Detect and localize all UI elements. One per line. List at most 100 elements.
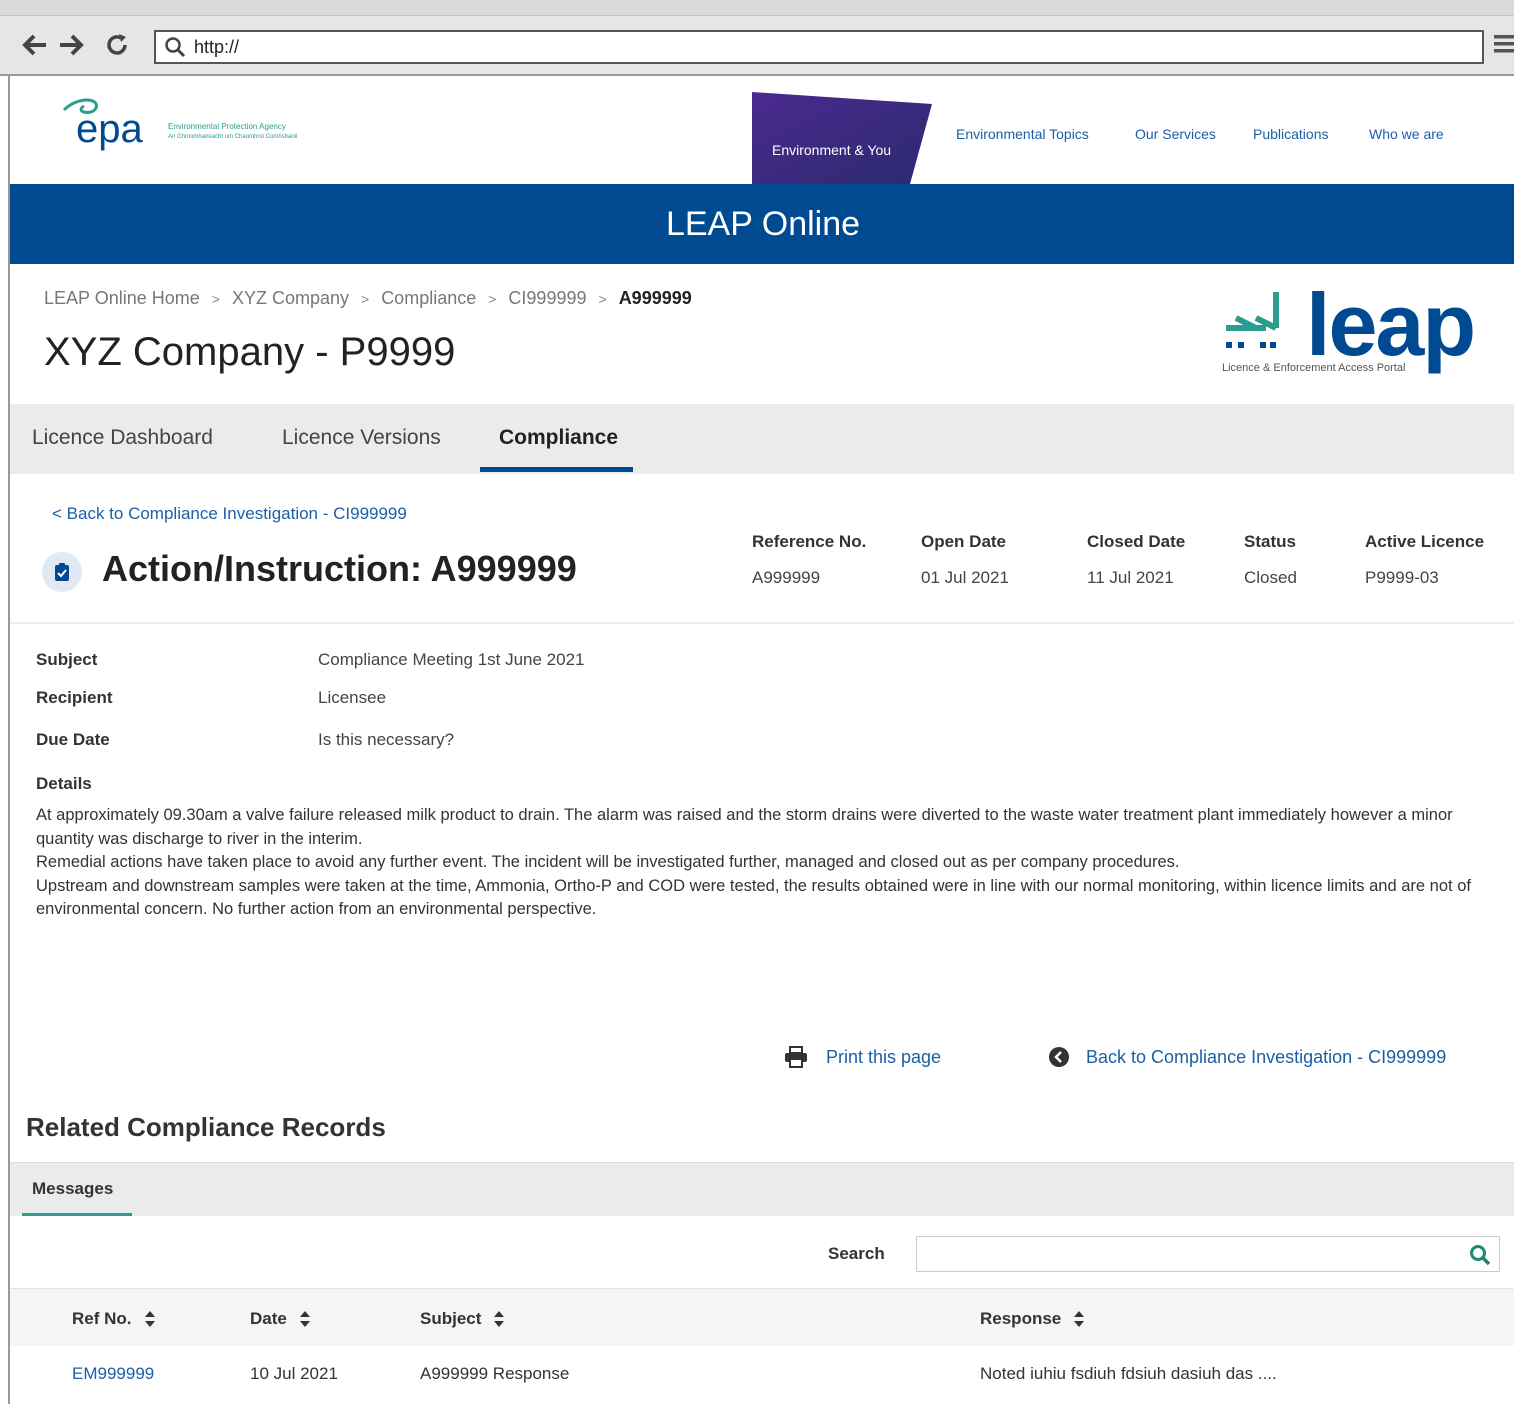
breadcrumb-current: A999999 <box>618 288 692 308</box>
recipient-label: Recipient <box>36 688 113 707</box>
leap-logo: leap Licence & Enforcement Access Portal <box>1216 275 1496 384</box>
back-circle-icon <box>1049 1047 1069 1067</box>
hamburger-menu-icon[interactable] <box>1490 32 1514 62</box>
column-header-label: Ref No. <box>72 1309 132 1328</box>
banner-title: LEAP Online <box>665 204 861 243</box>
details-paragraph: Upstream and downstream samples were tak… <box>36 876 1471 919</box>
tab-licence-versions[interactable]: Licence Versions <box>282 426 441 450</box>
tab-messages[interactable]: Messages <box>32 1179 113 1199</box>
back-to-investigation-link[interactable]: < Back to Compliance Investigation - CI9… <box>52 504 407 524</box>
details-paragraph: At approximately 09.30am a valve failure… <box>36 806 1453 848</box>
active-tab-indicator <box>480 467 633 472</box>
breadcrumb-investigation[interactable]: CI999999 <box>508 288 586 308</box>
cell-response: Noted iuhiu fsdiuh fdsiuh dasiuh das ...… <box>980 1364 1277 1383</box>
table-header: Ref No. Date Subject Response <box>10 1288 1514 1346</box>
leap-logo-subtitle: Licence & Enforcement Access Portal <box>1222 362 1406 374</box>
meta-value-status: Closed <box>1244 568 1297 587</box>
epa-org-name: Environmental Protection Agency An Ghnío… <box>168 122 297 142</box>
url-input[interactable] <box>194 36 1394 58</box>
breadcrumb-separator: > <box>598 291 607 307</box>
search-label: Search <box>828 1244 885 1263</box>
breadcrumb-compliance[interactable]: Compliance <box>381 288 476 308</box>
back-to-investigation-label: Back to Compliance Investigation - CI999… <box>1086 1046 1447 1067</box>
leap-online-banner: LEAP Online <box>10 184 1514 264</box>
browser-chrome <box>0 0 1514 76</box>
tab-licence-dashboard[interactable]: Licence Dashboard <box>32 426 213 450</box>
reload-icon[interactable] <box>102 30 132 60</box>
active-tab-indicator <box>22 1213 132 1216</box>
meta-value-open-date: 01 Jul 2021 <box>921 568 1009 587</box>
details-paragraph: Remedial actions have taken place to avo… <box>36 853 1180 871</box>
nav-publications[interactable]: Publications <box>1253 126 1329 142</box>
site-header: epa Environmental Protection Agency An G… <box>10 76 1514 184</box>
nav-environment-and-you[interactable]: Environment & You <box>752 92 932 184</box>
leap-logo-word: leap <box>1306 275 1476 374</box>
web-page: epa Environmental Protection Agency An G… <box>8 76 1514 1404</box>
meta-value-active-licence: P9999-03 <box>1365 568 1439 587</box>
search-icon <box>165 37 186 58</box>
nav-who-we-are[interactable]: Who we are <box>1369 126 1444 142</box>
details-label: Details <box>36 774 92 793</box>
details-text: At approximately 09.30am a valve failure… <box>36 804 1486 922</box>
nav-environmental-topics[interactable]: Environmental Topics <box>956 126 1089 142</box>
url-bar[interactable] <box>154 30 1484 64</box>
search-input[interactable] <box>917 1237 1457 1271</box>
tab-compliance[interactable]: Compliance <box>499 426 618 450</box>
sort-icon <box>144 1311 155 1327</box>
browser-top-strip <box>0 0 1514 16</box>
epa-logo-mark: epa <box>62 98 143 151</box>
cell-ref-no-link[interactable]: EM999999 <box>72 1364 154 1384</box>
printer-icon <box>785 1046 807 1068</box>
breadcrumb-home[interactable]: LEAP Online Home <box>44 288 200 308</box>
back-to-investigation-bottom-link[interactable]: Back to Compliance Investigation - CI999… <box>1048 1046 1446 1068</box>
breadcrumb-separator: > <box>211 291 220 307</box>
nav-environment-and-you-label: Environment & You <box>772 142 892 158</box>
nav-our-services[interactable]: Our Services <box>1135 126 1216 142</box>
print-page-label: Print this page <box>826 1046 942 1067</box>
column-header-date[interactable]: Date <box>250 1309 311 1329</box>
clipboard-icon <box>42 552 82 592</box>
related-tabs: Messages <box>10 1162 1514 1216</box>
meta-header-status: Status <box>1244 532 1296 551</box>
page-title: XYZ Company - P9999 <box>44 330 456 374</box>
epa-logo-text: epa <box>76 107 143 151</box>
due-date-value: Is this necessary? <box>318 730 455 749</box>
meta-header-active-licence: Active Licence <box>1365 532 1485 551</box>
column-header-label: Response <box>980 1309 1062 1328</box>
recipient-value: Licensee <box>318 688 387 707</box>
due-date-label: Due Date <box>36 730 110 749</box>
meta-header-closed-date: Closed Date <box>1087 532 1186 551</box>
licence-tabs: Licence Dashboard Licence Versions Compl… <box>10 404 1514 474</box>
meta-value-reference: A999999 <box>752 568 821 587</box>
breadcrumb: LEAP Online Home > XYZ Company > Compliance >… <box>44 288 692 309</box>
column-header-label: Date <box>250 1309 287 1328</box>
meta-value-closed-date: 11 Jul 2021 <box>1087 568 1174 587</box>
column-header-subject[interactable]: Subject <box>420 1309 505 1329</box>
meta-header-reference: Reference No. <box>752 532 867 551</box>
section-divider <box>10 622 1514 624</box>
search-icon[interactable] <box>1469 1244 1491 1266</box>
sort-icon <box>494 1311 505 1327</box>
action-title: Action/Instruction: A999999 <box>102 548 577 589</box>
epa-org-line1: Environmental Protection Agency <box>168 122 286 131</box>
breadcrumb-separator: > <box>488 291 497 307</box>
meta-header-open-date: Open Date <box>921 532 1007 551</box>
subject-label: Subject <box>36 650 98 669</box>
sort-icon <box>1074 1311 1085 1327</box>
cell-subject: A999999 Response <box>420 1364 570 1383</box>
epa-org-line2: An Ghníomhaireacht um Chaomhnú Comhshaoi… <box>168 134 298 140</box>
column-header-ref-no[interactable]: Ref No. <box>72 1309 156 1329</box>
breadcrumb-company[interactable]: XYZ Company <box>232 288 349 308</box>
cell-date: 10 Jul 2021 <box>250 1364 338 1383</box>
leap-logo-mark <box>1226 292 1279 348</box>
sort-icon <box>299 1311 310 1327</box>
forward-arrow-icon[interactable] <box>56 30 86 60</box>
breadcrumb-separator: > <box>361 291 370 307</box>
search-box <box>916 1236 1500 1272</box>
print-page-link[interactable]: Print this page <box>784 1046 941 1068</box>
epa-logo[interactable]: epa Environmental Protection Agency An G… <box>54 92 354 152</box>
subject-value: Compliance Meeting 1st June 2021 <box>318 650 585 669</box>
back-arrow-icon[interactable] <box>20 30 50 60</box>
column-header-response[interactable]: Response <box>980 1309 1085 1329</box>
column-header-label: Subject <box>420 1309 482 1328</box>
